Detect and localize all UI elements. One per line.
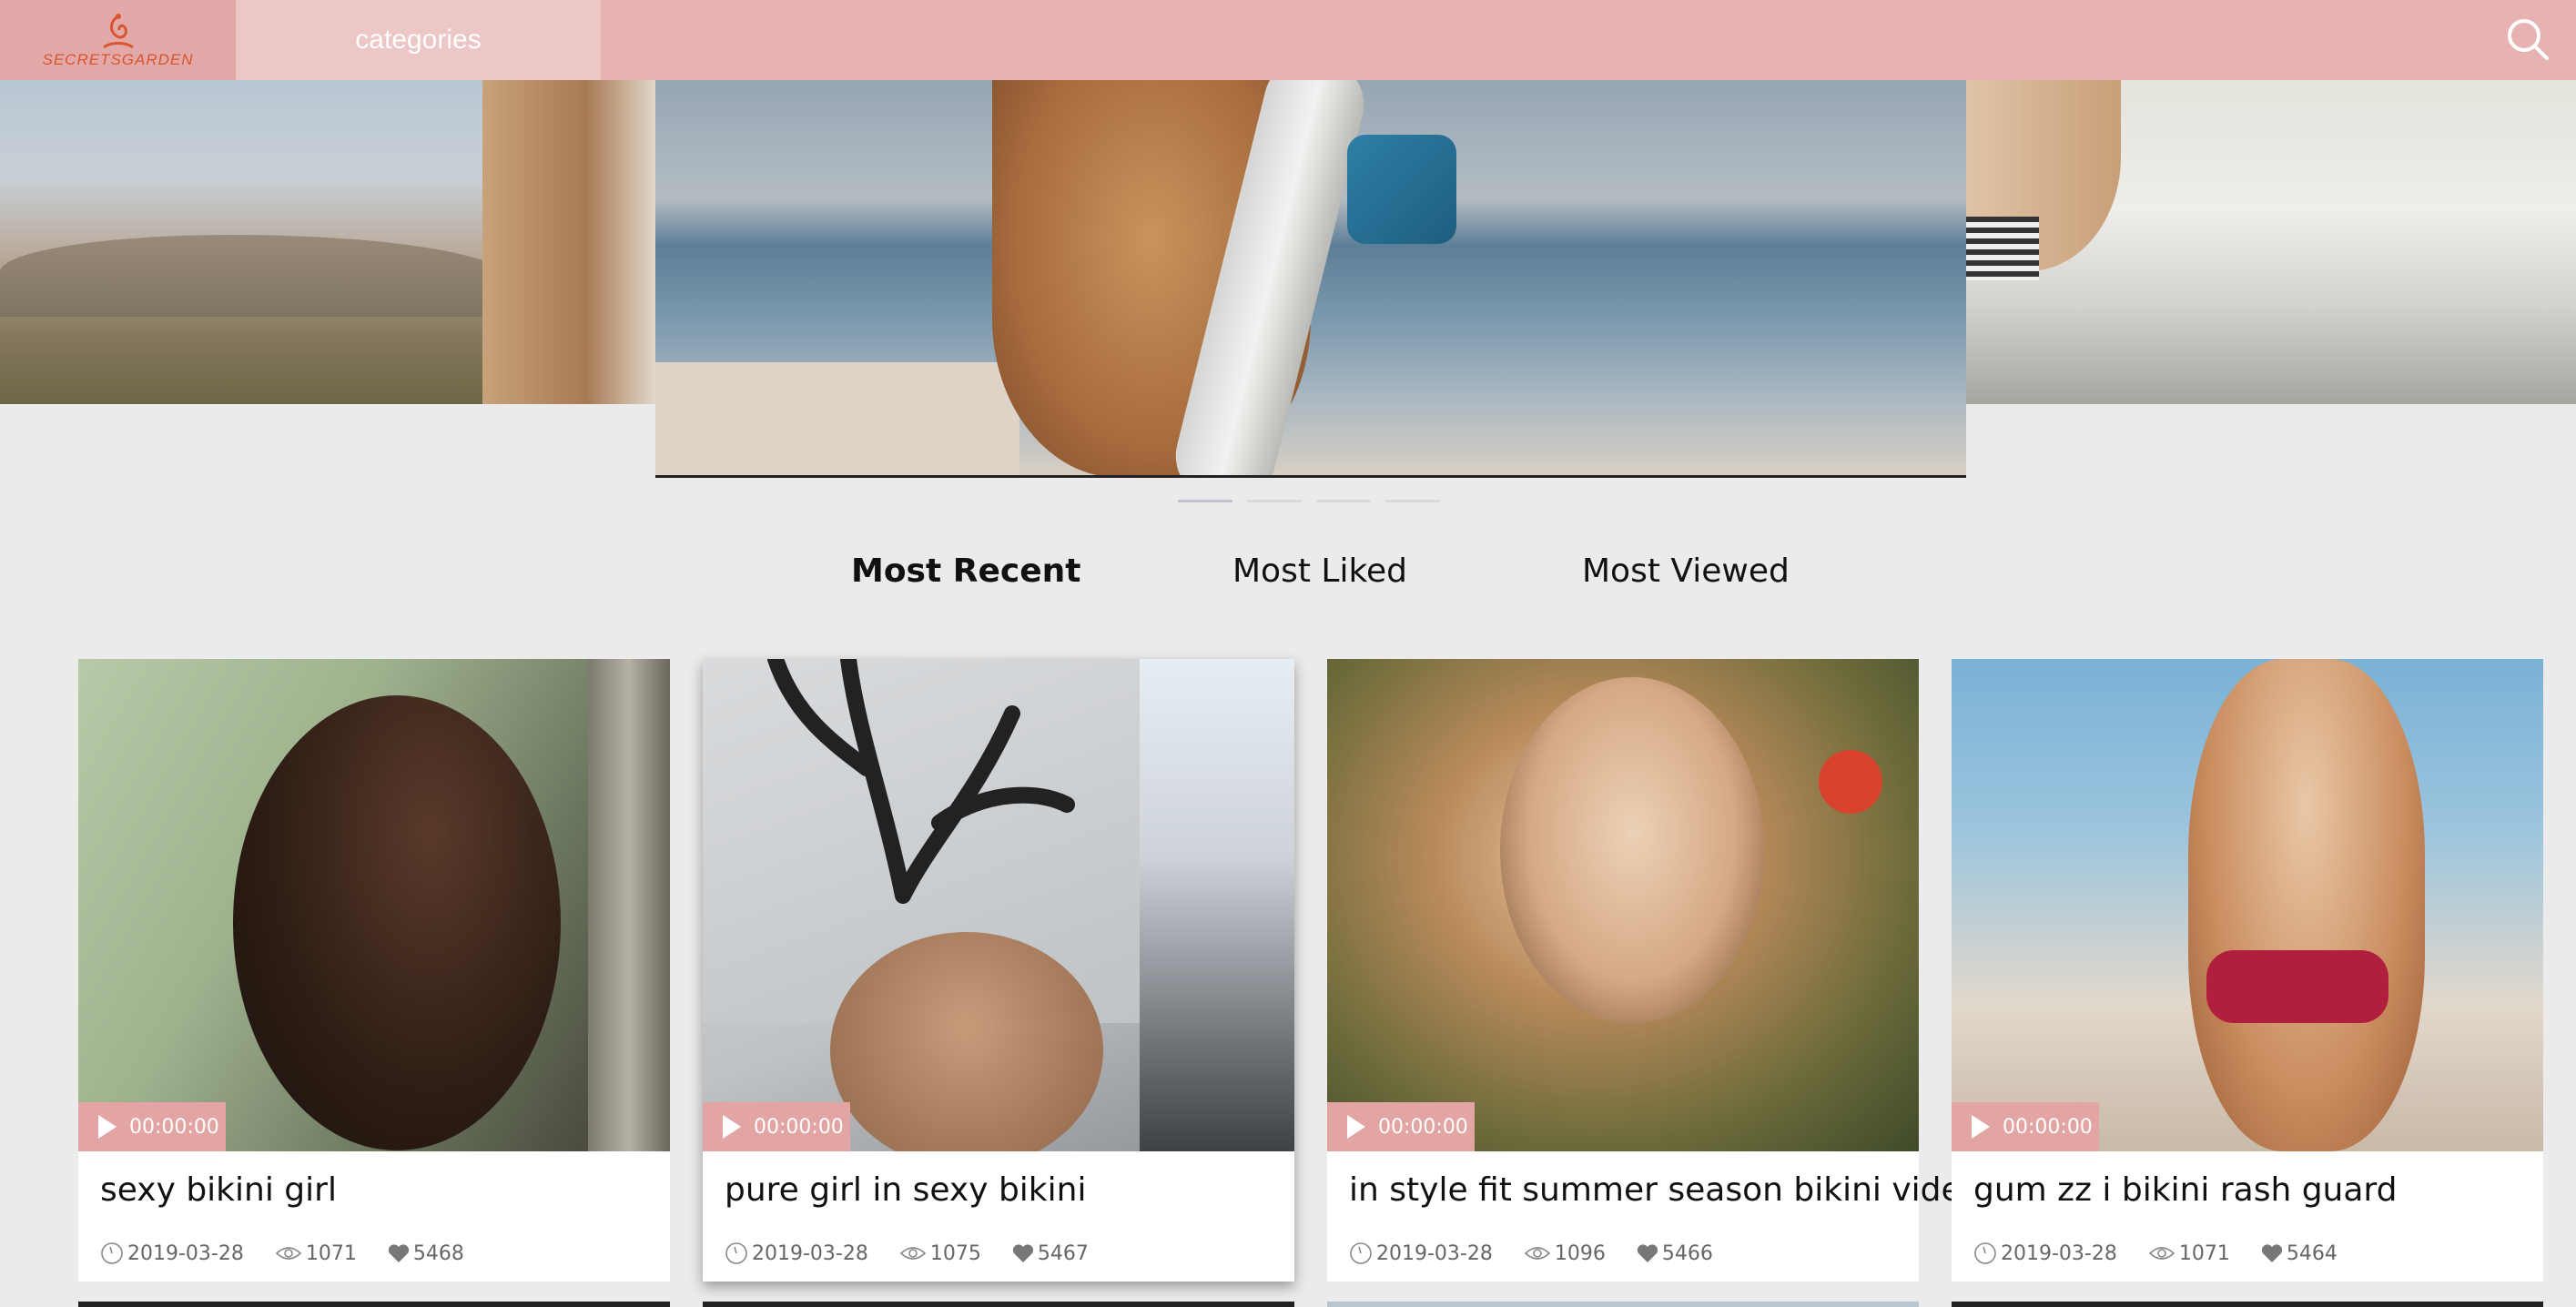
- video-meta: 2019-03-28 1071 5464: [1973, 1241, 2338, 1265]
- heart-icon: [1012, 1244, 1033, 1262]
- heart-icon: [388, 1244, 409, 1262]
- eye-icon: [2148, 1247, 2175, 1260]
- video-card[interactable]: 00:00:00 in style fit summer season biki…: [1327, 659, 1982, 1282]
- video-likes: 5466: [1661, 1241, 1713, 1265]
- duration-text: 00:00:00: [754, 1115, 844, 1139]
- search-icon[interactable]: [2503, 15, 2552, 64]
- play-icon: [1347, 1115, 1365, 1139]
- thumbnail-window: [1140, 659, 1294, 1151]
- thumbnail-swimsuit: [2206, 950, 2388, 1023]
- tab-most-liked[interactable]: Most Liked: [1232, 552, 1407, 590]
- video-card[interactable]: 00:00:00 sexy bikini girl 2019-03-28 107…: [78, 659, 670, 1282]
- video-likes: 5464: [2286, 1241, 2338, 1265]
- thumbnail-subject: [233, 695, 561, 1150]
- duration-badge: 00:00:00: [1952, 1102, 2099, 1151]
- video-meta: 2019-03-28 1075 5467: [725, 1241, 1089, 1265]
- video-views: 1096: [1554, 1241, 1606, 1265]
- video-meta: 2019-03-28 1071 5468: [100, 1241, 464, 1265]
- video-card[interactable]: 00:00:00 pure girl in sexy bikini 2019-0…: [703, 659, 1294, 1282]
- play-icon: [98, 1115, 117, 1139]
- video-views: 1071: [305, 1241, 357, 1265]
- thumbnail-subject: [2188, 659, 2425, 1151]
- clock-icon: [101, 1242, 123, 1264]
- video-views: 1071: [2178, 1241, 2230, 1265]
- thumbnail-subject: [1500, 677, 1764, 1023]
- video-thumbnail[interactable]: [703, 659, 1294, 1151]
- duration-text: 00:00:00: [129, 1115, 219, 1139]
- carousel-dot[interactable]: [1247, 500, 1302, 502]
- next-row-card[interactable]: [703, 1302, 1294, 1307]
- play-icon: [1972, 1115, 1990, 1139]
- clock-icon: [1350, 1242, 1372, 1264]
- carousel-slide-active[interactable]: [655, 80, 1966, 478]
- video-title[interactable]: in style fit summer season bikini video: [1349, 1171, 1982, 1209]
- slide-swimsuit: [1347, 135, 1456, 244]
- thumbnail-flower: [1819, 750, 1882, 814]
- slide-hill: [0, 235, 510, 317]
- slide-figure: [482, 80, 655, 404]
- video-views: 1075: [929, 1241, 981, 1265]
- tab-most-viewed[interactable]: Most Viewed: [1582, 552, 1790, 590]
- video-likes: 5467: [1037, 1241, 1089, 1265]
- duration-badge: 00:00:00: [1327, 1102, 1475, 1151]
- video-thumbnail[interactable]: [1952, 659, 2543, 1151]
- clock-icon: [725, 1242, 747, 1264]
- thumbnail-tree: [588, 659, 670, 1151]
- carousel-pagination: [1178, 500, 1440, 502]
- heart-icon: [1637, 1244, 1658, 1262]
- carousel-dot[interactable]: [1316, 500, 1371, 502]
- eye-icon: [275, 1247, 302, 1260]
- heart-icon: [2261, 1244, 2282, 1262]
- tab-most-recent[interactable]: Most Recent: [851, 552, 1080, 590]
- slide-sand: [655, 362, 1019, 475]
- clock-icon: [1974, 1242, 1996, 1264]
- logo-mark-icon: [102, 14, 134, 49]
- carousel-dot[interactable]: [1385, 500, 1440, 502]
- carousel-slide-prev[interactable]: [0, 80, 655, 404]
- video-thumbnail[interactable]: [1327, 659, 1919, 1151]
- duration-text: 00:00:00: [2003, 1115, 2093, 1139]
- video-title[interactable]: sexy bikini girl: [100, 1171, 337, 1209]
- next-row-card[interactable]: [78, 1302, 670, 1307]
- duration-badge: 00:00:00: [78, 1102, 226, 1151]
- video-thumbnail[interactable]: [78, 659, 670, 1151]
- carousel-dot[interactable]: [1178, 500, 1232, 502]
- next-row-card[interactable]: [1327, 1302, 1919, 1307]
- next-row-card[interactable]: [1952, 1302, 2543, 1307]
- video-card[interactable]: 00:00:00 gum zz i bikini rash guard 2019…: [1952, 659, 2543, 1282]
- video-likes: 5468: [412, 1241, 464, 1265]
- duration-badge: 00:00:00: [703, 1102, 850, 1151]
- video-title[interactable]: pure girl in sexy bikini: [725, 1171, 1086, 1209]
- carousel-slide-next[interactable]: [1966, 80, 2576, 404]
- video-date: 2019-03-28: [752, 1241, 868, 1265]
- video-meta: 2019-03-28 1096 5466: [1349, 1241, 1713, 1265]
- duration-text: 00:00:00: [1378, 1115, 1468, 1139]
- eye-icon: [1524, 1247, 1551, 1260]
- top-navbar: SECRETSGARDEN categories: [0, 0, 2576, 80]
- video-date: 2019-03-28: [127, 1241, 244, 1265]
- eye-icon: [899, 1247, 927, 1260]
- video-date: 2019-03-28: [2001, 1241, 2117, 1265]
- play-icon: [723, 1115, 741, 1139]
- logo-text: SECRETSGARDEN: [42, 51, 194, 68]
- slide-swimsuit: [1966, 217, 2039, 280]
- video-date: 2019-03-28: [1376, 1241, 1493, 1265]
- site-logo[interactable]: SECRETSGARDEN: [0, 0, 236, 80]
- nav-categories-link[interactable]: categories: [236, 0, 601, 80]
- video-title[interactable]: gum zz i bikini rash guard: [1973, 1171, 2397, 1209]
